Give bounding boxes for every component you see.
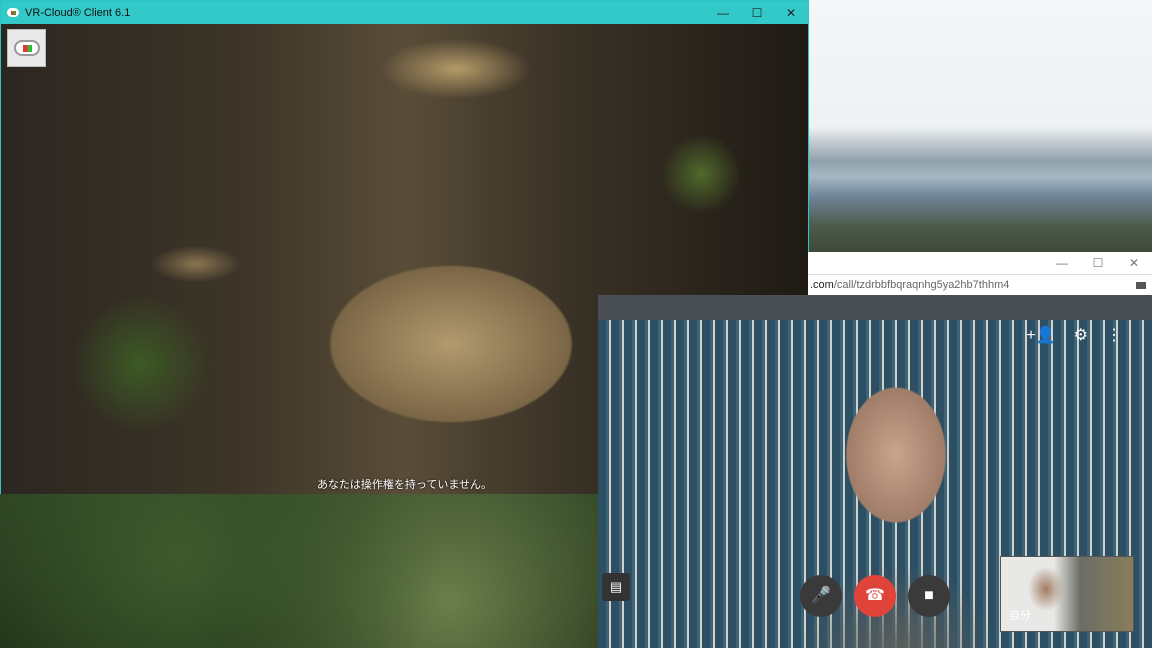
browser-close-button[interactable]: ✕ [1116,252,1152,274]
more-options-icon[interactable]: ⋮ [1106,325,1122,345]
maximize-button[interactable]: ☐ [740,6,774,20]
vr-cloud-menu-button[interactable] [7,29,46,67]
cloud-icon [13,40,40,56]
url-domain: .com [810,279,834,291]
address-bar[interactable]: .com/call/tzdrbbfbqraqnhg5ya2hb7thhm4 [808,274,1152,295]
video-call-browser-window: — ☐ ✕ .com/call/tzdrbbfbqraqnhg5ya2hb7th… [598,252,1152,648]
self-view-label: 自分 [1009,610,1031,622]
remote-video-feed: +👤 ⚙ ⋮ ▤ 🎤 ☎ ■ 自分 [598,295,1152,648]
desktop-wallpaper-lake [808,0,1152,252]
vr-titlebar[interactable]: VR-Cloud® Client 6.1 — ☐ ✕ [1,1,808,24]
camera-button[interactable]: ■ [908,575,950,617]
browser-minimize-button[interactable]: — [1044,252,1080,274]
microphone-button[interactable]: 🎤 [800,575,842,617]
video-wall-area [598,295,1152,320]
browser-titlebar[interactable]: — ☐ ✕ [808,252,1152,274]
minimize-button[interactable]: — [706,6,740,20]
chat-button[interactable]: ▤ [602,573,630,601]
desktop-wallpaper-forest [0,493,600,648]
self-view-thumbnail[interactable]: 自分 [1000,556,1134,632]
vr-window-title: VR-Cloud® Client 6.1 [25,6,131,19]
vr-cloud-app-icon [7,8,19,17]
add-person-icon[interactable]: +👤 [1026,325,1055,345]
browser-maximize-button[interactable]: ☐ [1080,252,1116,274]
settings-gear-icon[interactable]: ⚙ [1074,325,1088,345]
hang-up-button[interactable]: ☎ [854,575,896,617]
camera-permission-icon[interactable] [1136,282,1146,289]
close-button[interactable]: ✕ [774,6,808,20]
url-path: /call/tzdrbbfbqraqnhg5ya2hb7thhm4 [833,279,1010,291]
